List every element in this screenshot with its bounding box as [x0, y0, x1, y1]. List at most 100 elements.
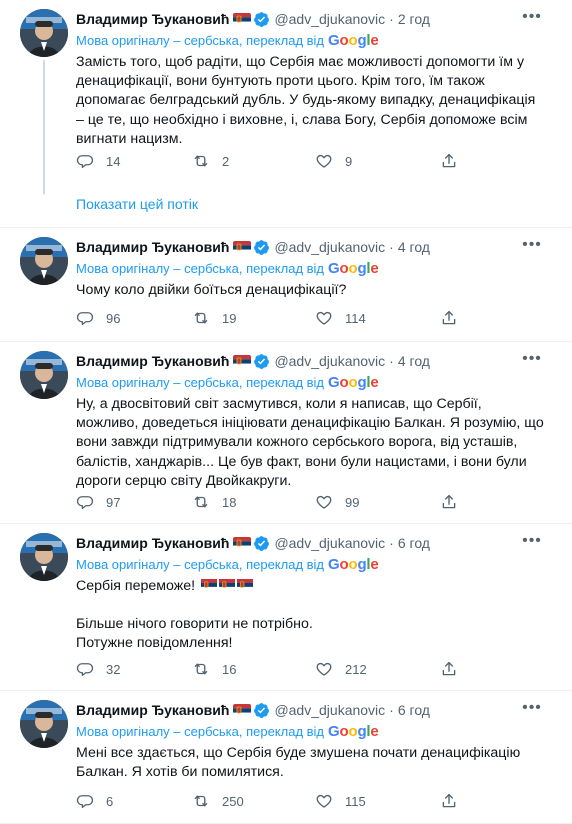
retweet-button[interactable]: 16 [192, 660, 236, 678]
google-letter: o [339, 722, 349, 740]
google-letter: o [348, 555, 358, 573]
like-button[interactable]: 115 [315, 792, 366, 810]
timestamp[interactable]: 6 год [398, 702, 430, 718]
more-options-icon[interactable]: ••• [520, 350, 544, 370]
translation-label: Мова оригіналу – сербська, переклад від [76, 260, 325, 276]
serbia-flag-icon [233, 240, 252, 254]
like-icon [315, 660, 345, 678]
avatar[interactable] [20, 237, 68, 285]
translation-notice[interactable]: Мова оригіналу – сербська, переклад від … [76, 259, 379, 277]
google-letter: o [348, 373, 358, 391]
tweet-header: Владимир Ђукановић @adv_djukanovic · 6 г… [76, 700, 430, 720]
reply-button[interactable]: 97 [76, 493, 120, 511]
translation-notice[interactable]: Мова оригіналу – сербська, переклад від … [76, 31, 379, 49]
timestamp[interactable]: 4 год [398, 239, 430, 255]
show-thread-link[interactable]: Показати цей потік [76, 196, 198, 212]
tweet[interactable]: Владимир Ђукановић @adv_djukanovic · 4 г… [0, 228, 572, 342]
serbia-flag-icon [237, 579, 254, 591]
tweet[interactable]: Владимир Ђукановић @adv_djukanovic · 6 г… [0, 524, 572, 691]
reply-button[interactable]: 32 [76, 660, 120, 678]
google-letter: g [357, 373, 367, 391]
retweet-icon [192, 309, 222, 327]
google-logo: Google [328, 374, 379, 391]
google-letter: o [339, 373, 349, 391]
author-handle[interactable]: @adv_djukanovic [274, 353, 385, 369]
thread-line [43, 60, 45, 194]
google-letter: o [348, 259, 358, 277]
tweet-header: Владимир Ђукановић @adv_djukanovic · 2 г… [76, 9, 430, 29]
author-handle[interactable]: @adv_djukanovic [274, 702, 385, 718]
timestamp[interactable]: 2 год [398, 11, 430, 27]
reply-count: 32 [106, 661, 121, 677]
tweet[interactable]: Владимир Ђукановић @adv_djukanovic · 4 г… [0, 342, 572, 524]
like-icon [315, 493, 345, 511]
tweet[interactable]: Владимир Ђукановић @adv_djukanovic · 2 г… [0, 0, 572, 228]
retweet-icon [192, 792, 222, 810]
google-letter: G [328, 722, 340, 740]
like-button[interactable]: 99 [315, 493, 359, 511]
translation-notice[interactable]: Мова оригіналу – сербська, переклад від … [76, 555, 379, 573]
like-count: 9 [345, 153, 353, 169]
separator-dot: · [389, 702, 394, 718]
avatar[interactable] [20, 351, 68, 399]
retweet-icon [192, 493, 222, 511]
google-letter: e [370, 373, 379, 391]
separator-dot: · [389, 535, 394, 551]
author-handle[interactable]: @adv_djukanovic [274, 239, 385, 255]
more-options-icon[interactable]: ••• [520, 236, 544, 256]
avatar[interactable] [20, 700, 68, 748]
tweet-text: Ну, а двосвітовий світ засмутився, коли … [76, 395, 546, 491]
reply-button[interactable]: 6 [76, 792, 113, 810]
avatar[interactable] [20, 9, 68, 57]
retweet-button[interactable]: 18 [192, 493, 236, 511]
like-icon [315, 309, 345, 327]
like-button[interactable]: 212 [315, 660, 367, 678]
reply-count: 97 [106, 494, 121, 510]
reply-button[interactable]: 96 [76, 309, 120, 327]
tweet-text: Мені все здається, що Сербія буде змушен… [76, 744, 546, 782]
retweet-button[interactable]: 19 [192, 309, 236, 327]
translation-notice[interactable]: Мова оригіналу – сербська, переклад від … [76, 722, 379, 740]
google-letter: g [357, 259, 367, 277]
translation-notice[interactable]: Мова оригіналу – сербська, переклад від … [76, 373, 379, 391]
share-icon [440, 660, 470, 678]
retweet-button[interactable]: 2 [192, 152, 229, 170]
google-logo: Google [328, 32, 379, 49]
author-name[interactable]: Владимир Ђукановић [76, 353, 229, 369]
google-letter: e [370, 722, 379, 740]
reply-icon [76, 493, 106, 511]
share-button[interactable] [440, 660, 470, 678]
serbia-flag-icon [233, 12, 252, 26]
verified-badge-icon [253, 535, 270, 552]
author-handle[interactable]: @adv_djukanovic [274, 11, 385, 27]
serbia-flag-icon [233, 536, 252, 550]
translation-label: Мова оригіналу – сербська, переклад від [76, 32, 325, 48]
share-button[interactable] [440, 309, 470, 327]
like-button[interactable]: 9 [315, 152, 352, 170]
share-button[interactable] [440, 493, 470, 511]
retweet-button[interactable]: 250 [192, 792, 244, 810]
google-letter: G [328, 31, 340, 49]
verified-badge-icon [253, 353, 270, 370]
like-count: 114 [345, 310, 366, 326]
verified-badge-icon [253, 239, 270, 256]
author-name[interactable]: Владимир Ђукановић [76, 702, 229, 718]
like-icon [315, 792, 345, 810]
timestamp[interactable]: 6 год [398, 535, 430, 551]
more-options-icon[interactable]: ••• [520, 8, 544, 28]
more-options-icon[interactable]: ••• [520, 532, 544, 552]
more-options-icon[interactable]: ••• [520, 699, 544, 719]
like-button[interactable]: 114 [315, 309, 366, 327]
author-name[interactable]: Владимир Ђукановић [76, 535, 229, 551]
share-button[interactable] [440, 792, 470, 810]
author-name[interactable]: Владимир Ђукановић [76, 239, 229, 255]
timestamp[interactable]: 4 год [398, 353, 430, 369]
tweet[interactable]: Владимир Ђукановић @adv_djukanovic · 6 г… [0, 691, 572, 824]
tweet-actions: 6 250 115 [70, 792, 470, 814]
reply-button[interactable]: 14 [76, 152, 120, 170]
share-button[interactable] [440, 152, 470, 170]
author-handle[interactable]: @adv_djukanovic [274, 535, 385, 551]
avatar[interactable] [20, 533, 68, 581]
google-letter: G [328, 555, 340, 573]
author-name[interactable]: Владимир Ђукановић [76, 11, 229, 27]
